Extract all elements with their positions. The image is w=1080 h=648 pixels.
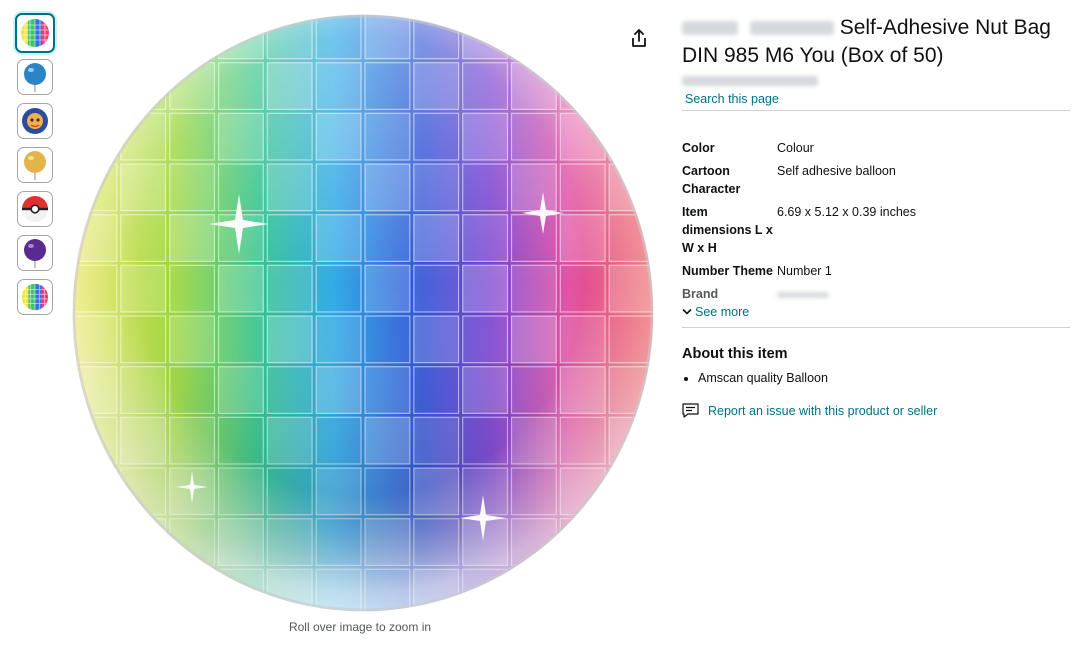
product-main-image[interactable] bbox=[70, 10, 656, 618]
spec-row-dimensions: Item dimensions L x W x H 6.69 x 5.12 x … bbox=[682, 203, 916, 262]
divider bbox=[682, 110, 1070, 111]
character-balloon-icon bbox=[22, 108, 48, 134]
zoom-hint: Roll over image to zoom in bbox=[288, 620, 432, 634]
blue-balloon-icon bbox=[24, 63, 46, 92]
about-heading: About this item bbox=[682, 346, 788, 362]
spec-label: Number Theme bbox=[682, 264, 773, 278]
spec-row-cartoon-character: Cartoon Character Self adhesive balloon bbox=[682, 162, 916, 203]
chevron-down-icon bbox=[682, 308, 692, 315]
mirror-tile bbox=[510, 15, 557, 60]
disco-ball-icon bbox=[21, 19, 49, 47]
mirror-tile bbox=[73, 112, 118, 161]
mirror-tile bbox=[608, 62, 653, 111]
thumbnail-pokeball-balloon[interactable] bbox=[17, 191, 53, 227]
mirror-tile bbox=[559, 15, 606, 60]
mirror-tile bbox=[608, 518, 653, 567]
mirror-tile bbox=[120, 568, 167, 611]
spec-value: Number 1 bbox=[777, 264, 832, 278]
share-icon[interactable] bbox=[630, 28, 648, 48]
disco-ball-icon bbox=[21, 283, 49, 311]
thumbnail-strip bbox=[15, 13, 58, 323]
redacted-store-link[interactable] bbox=[682, 76, 818, 86]
purple-balloon-icon bbox=[24, 239, 46, 268]
report-message-icon bbox=[682, 403, 699, 418]
spec-label: Color bbox=[682, 141, 715, 155]
thumbnail-disco-selected[interactable] bbox=[15, 13, 55, 53]
spec-row-color: Color Colour bbox=[682, 139, 916, 162]
mirror-tile bbox=[120, 15, 167, 60]
mirror-tile bbox=[73, 518, 118, 567]
mirror-tile bbox=[73, 15, 118, 60]
product-title: Self-Adhesive Nut Bag DIN 985 M6 You (Bo… bbox=[682, 14, 1070, 70]
search-this-page-link[interactable]: Search this page bbox=[682, 92, 1070, 106]
redacted-brand bbox=[682, 21, 738, 36]
thumbnail-purple-balloon[interactable] bbox=[17, 235, 53, 271]
report-issue-link[interactable]: Report an issue with this product or sel… bbox=[682, 403, 1070, 418]
about-bullet: Amscan quality Balloon bbox=[698, 369, 1070, 387]
gold-balloon-icon bbox=[24, 151, 46, 180]
pokeball-balloon-icon bbox=[22, 196, 48, 222]
spec-label: Cartoon Character bbox=[682, 164, 741, 196]
spec-row-number-theme: Number Theme Number 1 bbox=[682, 262, 916, 285]
mirror-tile bbox=[608, 112, 653, 161]
spec-value: Self adhesive balloon bbox=[777, 164, 896, 178]
see-more-label: See more bbox=[695, 305, 750, 319]
thumbnail-disco-alt[interactable] bbox=[17, 279, 53, 315]
thumbnail-character-balloon[interactable] bbox=[17, 103, 53, 139]
mirror-tile bbox=[73, 568, 118, 611]
mirror-tile bbox=[608, 568, 653, 611]
mirror-tile bbox=[510, 568, 557, 611]
mirror-tile bbox=[73, 62, 118, 111]
divider bbox=[682, 327, 1070, 328]
see-more-toggle[interactable]: See more bbox=[682, 305, 1070, 319]
spec-row-brand: Brand bbox=[682, 285, 916, 303]
redacted-brand bbox=[749, 21, 834, 36]
mirror-tile bbox=[559, 518, 606, 567]
mirror-tile bbox=[120, 518, 167, 567]
thumbnail-blue-balloon[interactable] bbox=[17, 59, 53, 95]
spec-value: 6.69 x 5.12 x 0.39 inches bbox=[777, 205, 916, 219]
redacted-brand-value bbox=[777, 291, 829, 298]
mirror-tile bbox=[608, 467, 653, 516]
thumbnail-gold-balloon[interactable] bbox=[17, 147, 53, 183]
mirror-tile bbox=[559, 568, 606, 611]
spec-label: Item dimensions L x W x H bbox=[682, 205, 773, 255]
specs-table: Color Colour Cartoon Character Self adhe… bbox=[682, 139, 916, 303]
about-bullets: Amscan quality Balloon bbox=[682, 369, 1070, 387]
mirror-tile bbox=[169, 568, 216, 611]
spec-value: Colour bbox=[777, 141, 814, 155]
mirror-tile bbox=[73, 467, 118, 516]
product-details-panel: Self-Adhesive Nut Bag DIN 985 M6 You (Bo… bbox=[682, 14, 1070, 418]
mirror-tile bbox=[169, 15, 216, 60]
spec-label: Brand bbox=[682, 287, 719, 301]
report-issue-label: Report an issue with this product or sel… bbox=[708, 403, 938, 418]
